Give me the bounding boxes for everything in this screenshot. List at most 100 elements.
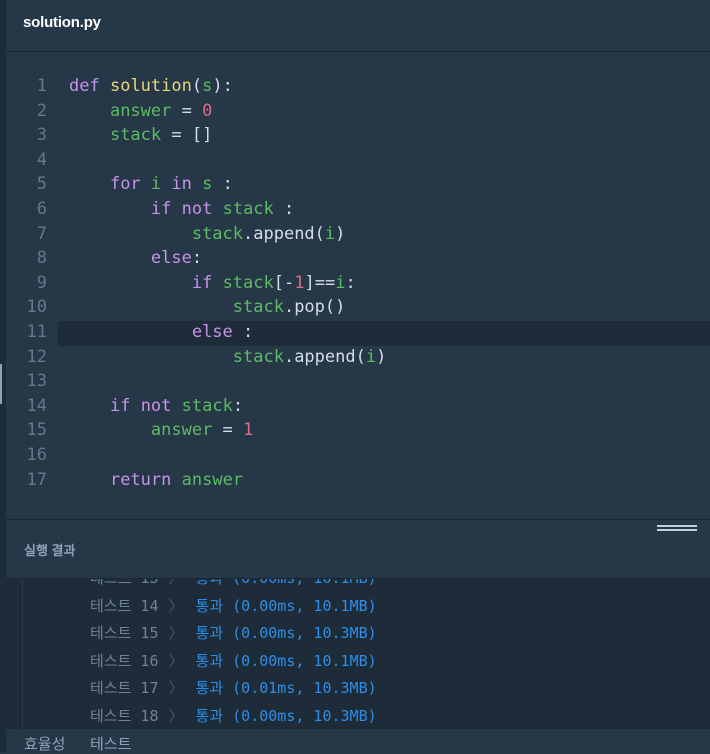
test-label: 테스트 16 [90, 651, 159, 670]
result-row: 테스트 16 〉 통과 (0.00ms, 10.1MB) [90, 648, 377, 676]
result-title: 실행 결과 [24, 543, 76, 558]
test-result: 통과 (0.01ms, 10.3MB) [195, 679, 377, 698]
code-token: ) [335, 223, 346, 244]
panel-resize-marker[interactable] [0, 364, 2, 404]
code-token: : [232, 322, 254, 342]
code-token: ]== [304, 272, 336, 293]
code-token: s [202, 76, 213, 96]
test-result: 통과 (0.00ms, 10.1MB) [195, 651, 377, 670]
code-token: : [212, 174, 233, 195]
code-text: else : [69, 320, 253, 345]
result-gutter-line [22, 579, 23, 729]
code-text: stack.pop() [69, 295, 346, 320]
line-number: 10 [26, 297, 47, 318]
line-number: 7 [36, 223, 47, 244]
code-token: in [171, 174, 192, 195]
code-token: if [150, 199, 172, 219]
result-row: 테스트 14 〉 통과 (0.00ms, 10.1MB) [90, 593, 377, 621]
code-token: ( [191, 76, 203, 96]
code-token: i [150, 174, 162, 195]
line-number: 5 [36, 174, 47, 195]
code-text: answer = 0 [69, 99, 212, 124]
code-token: not [181, 199, 213, 219]
code-token: : [232, 395, 244, 416]
line-number: 12 [26, 346, 47, 367]
code-token: s [202, 174, 213, 195]
line-number: 6 [36, 199, 47, 219]
line-number: 15 [26, 420, 47, 441]
result-header: 실행 결과 [6, 519, 710, 579]
file-name: solution.py [23, 14, 101, 31]
code-token: = [171, 100, 203, 121]
chevron-right-icon: 〉 [168, 651, 184, 670]
line-number: 17 [26, 469, 47, 490]
code-token: return [109, 469, 172, 490]
code-token: : [345, 272, 356, 293]
code-token: stack [181, 395, 233, 416]
code-token: stack [109, 125, 162, 146]
code-token: .append( [283, 346, 366, 367]
test-label: 테스트 17 [90, 679, 159, 698]
efficiency-label: 효율성 [24, 736, 66, 753]
code-text: else: [69, 246, 202, 271]
result-row: 테스트 18 〉 통과 (0.00ms, 10.3MB) [90, 703, 377, 729]
result-row: 테스트 17 〉 통과 (0.01ms, 10.3MB) [90, 675, 377, 703]
resize-handle[interactable] [657, 525, 697, 535]
code-token: stack [232, 297, 284, 318]
code-token: ) [376, 346, 387, 367]
code-token: .pop() [283, 297, 346, 318]
code-token: = [212, 420, 244, 441]
line-number: 2 [36, 100, 47, 121]
chevron-right-icon: 〉 [168, 596, 184, 615]
code-text: for i in s : [69, 172, 233, 197]
code-token: i [335, 272, 346, 293]
code-token: : [273, 199, 295, 219]
result-list[interactable]: 테스트 13 〉 통과 (0.00ms, 10.1MB) 테스트 14 〉 통과 (0.0… [6, 579, 710, 729]
line-number: 8 [36, 248, 47, 269]
code-text: if not stack: [69, 394, 243, 419]
file-header: solution.py [6, 0, 710, 52]
chevron-right-icon: 〉 [168, 707, 184, 725]
code-token: if [191, 272, 213, 293]
test-label: 테스트 18 [90, 707, 159, 725]
bottom-bar: 효율성 테스트 [6, 729, 710, 753]
line-number: 13 [26, 371, 47, 392]
code-token: answer [150, 420, 213, 441]
line-number: 14 [26, 395, 47, 416]
code-token: answer [181, 469, 244, 490]
code-token: else [150, 248, 192, 269]
chevron-right-icon: 〉 [168, 679, 184, 698]
test-result: 통과 (0.00ms, 10.1MB) [196, 579, 377, 587]
code-text: if stack[-1]==i: [69, 271, 356, 296]
code-token: stack [232, 346, 284, 367]
code-editor[interactable]: 1 def solution(s): 2 answer = 03 stack = [… [6, 53, 710, 519]
code-text: stack = [] [69, 123, 212, 148]
code-token: stack [222, 272, 274, 293]
code-text: if not stack : [69, 197, 294, 222]
result-row: 테스트 13 〉 통과 (0.00ms, 10.1MB) [90, 579, 377, 593]
chevron-right-icon: 〉 [168, 624, 184, 643]
chevron-right-icon: 〉 [169, 579, 184, 587]
code-token: for [109, 174, 141, 195]
code-token: not [140, 395, 172, 416]
code-token: [- [273, 272, 295, 293]
code-token: 1 [294, 272, 305, 293]
test-label: 테스트 [90, 736, 132, 753]
test-result: 통과 (0.00ms, 10.3MB) [195, 707, 377, 725]
code-text: answer = 1 [69, 418, 253, 443]
test-result: 통과 (0.00ms, 10.3MB) [195, 624, 377, 643]
code-token: 1 [243, 420, 254, 441]
